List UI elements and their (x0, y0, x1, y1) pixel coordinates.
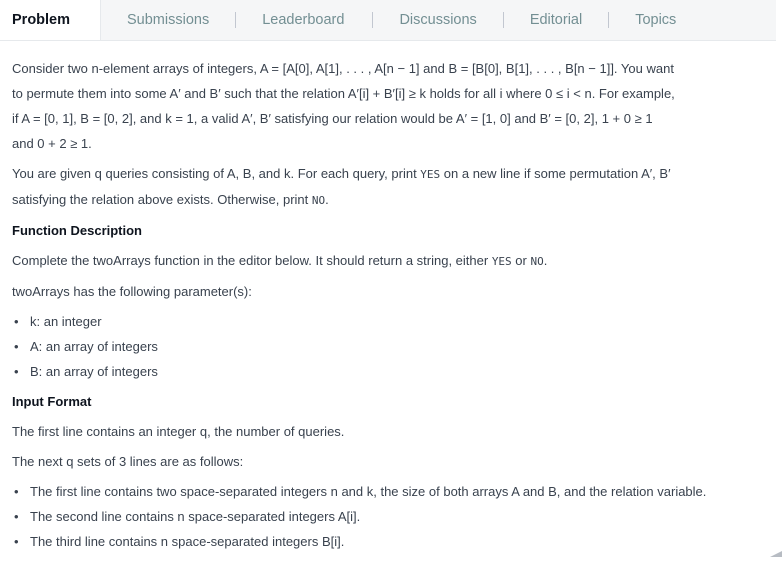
tab-divider (372, 12, 374, 28)
parameters-label: twoArrays has the following parameter(s)… (12, 284, 252, 299)
list-item: B: an array of integers (12, 359, 772, 384)
statement-line: and 0 + 2 ≥ 1. (12, 136, 92, 151)
statement-line: to permute them into some A′ and B′ such… (12, 86, 675, 101)
tab-divider (608, 12, 610, 28)
queries-text: You are given q queries consisting of A,… (12, 166, 421, 181)
function-description-text: Complete the twoArrays function in the e… (12, 248, 772, 274)
list-item: The second line contains n space-separat… (12, 504, 772, 529)
tab-divider (235, 12, 237, 28)
tab-topics[interactable]: Topics (635, 0, 676, 40)
queries-text: on a new line if some permutation A′, B′ (440, 166, 671, 181)
tab-editorial[interactable]: Editorial (530, 0, 582, 40)
queries-text: . (325, 192, 329, 207)
yes-code: YES (491, 255, 512, 268)
queries-text: satisfying the relation above exists. Ot… (12, 192, 312, 207)
statement-line: Consider two n-element arrays of integer… (12, 61, 674, 76)
function-text: Complete the twoArrays function in the e… (12, 253, 492, 268)
problem-statement: Consider two n-element arrays of integer… (12, 56, 772, 559)
statement-line: if A = [0, 1], B = [0, 2], and k = 1, a … (12, 111, 653, 126)
input-format-line: The next q sets of 3 lines are as follow… (12, 454, 244, 469)
queries-paragraph: You are given q queries consisting of A,… (12, 161, 772, 213)
list-item: A: an array of integers (12, 334, 772, 359)
queries-line: satisfying the relation above exists. Ot… (12, 187, 772, 213)
yes-code: YES (420, 168, 441, 181)
list-item: The third line contains n space-separate… (12, 529, 772, 554)
function-description-heading: Function Description (12, 223, 142, 238)
parameter-list: k: an integer A: an array of integers B:… (12, 309, 772, 384)
resize-corner-icon (770, 551, 782, 557)
no-code: NO (311, 194, 326, 207)
input-format-list: The first line contains two space-separa… (12, 479, 772, 554)
function-text: or (511, 253, 531, 268)
tab-discussions[interactable]: Discussions (399, 0, 476, 40)
input-format-heading: Input Format (12, 394, 92, 409)
function-text: . (543, 253, 548, 268)
list-item: The first line contains two space-separa… (12, 479, 772, 504)
list-item: k: an integer (12, 309, 772, 334)
tab-problem[interactable]: Problem (0, 0, 101, 40)
no-code: NO (530, 255, 544, 268)
tab-submissions[interactable]: Submissions (127, 0, 209, 40)
tab-leaderboard[interactable]: Leaderboard (262, 0, 344, 40)
queries-line: You are given q queries consisting of A,… (12, 161, 772, 187)
tab-divider (502, 12, 504, 28)
input-format-line: The first line contains an integer q, th… (12, 424, 345, 439)
problem-tabs: Problem Submissions Leaderboard Discussi… (0, 0, 776, 41)
statement-paragraph: Consider two n-element arrays of integer… (12, 56, 772, 156)
